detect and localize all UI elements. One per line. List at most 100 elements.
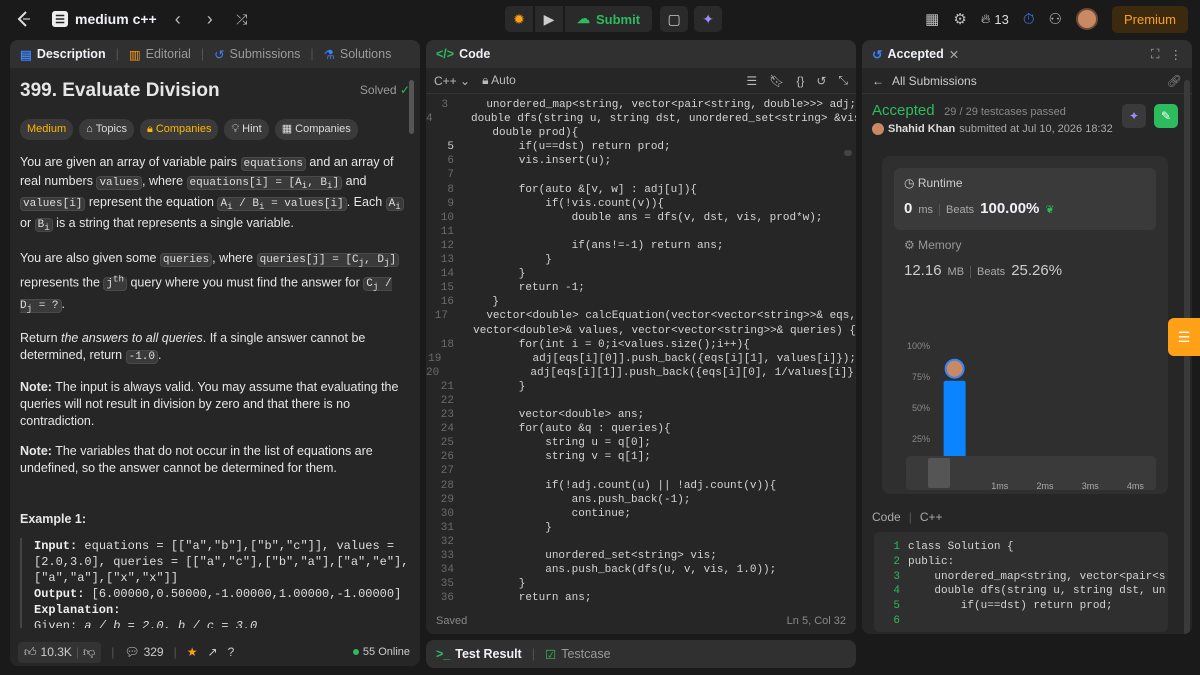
tab-description[interactable]: ▤ Description (20, 47, 106, 62)
code-line[interactable]: 12 if(ans!=-1) return ans; (426, 239, 856, 253)
code-line[interactable]: 29 ans.push_back(-1); (426, 493, 856, 507)
code-line[interactable]: 19 adj[eqs[i][0]].push_back({eqs[i][1], … (426, 352, 856, 366)
topics-chip[interactable]: ⌂ Topics (79, 119, 134, 140)
code-line[interactable]: 16 } (426, 295, 856, 309)
code-line[interactable]: 22 (426, 394, 856, 408)
edit-icon[interactable]: ✎ (1154, 104, 1178, 128)
all-submissions-link[interactable]: All Submissions (892, 74, 977, 88)
code-scrollbar[interactable] (844, 150, 852, 156)
companies-chip[interactable]: 🔒︎ Companies (139, 119, 219, 140)
flask-icon: ⚗ (323, 47, 335, 62)
user-avatar[interactable] (1075, 8, 1098, 30)
reset-icon[interactable]: ↺ (816, 74, 826, 88)
premium-button[interactable]: Premium (1111, 5, 1188, 33)
runtime-distribution-chart[interactable]: 0%25%50%75%100%1ms2ms3ms4ms1ms2ms3ms4ms (882, 156, 1168, 494)
code-line[interactable]: 20 adj[eqs[i][1]].push_back({eqs[i][0], … (426, 366, 856, 380)
run-icon[interactable]: ▶ (535, 6, 563, 32)
description-scrollbar[interactable] (409, 80, 414, 134)
braces-icon[interactable]: {} (796, 74, 804, 88)
code-line[interactable]: 7 (426, 168, 856, 182)
more-vertical-icon[interactable]: ⋮ (1170, 47, 1183, 62)
code-line[interactable]: 21 } (426, 380, 856, 394)
timer-icon[interactable]: ⏱ (1023, 11, 1035, 28)
code-line[interactable]: 24 for(auto &q : queries){ (426, 422, 856, 436)
ai-sparkle-icon[interactable]: ✦ (1122, 104, 1146, 128)
link-icon[interactable]: 🔗︎ (1167, 74, 1182, 88)
code-line[interactable]: 28 if(!adj.count(u) || !adj.count(v)){ (426, 479, 856, 493)
code-line[interactable]: 3 unordered_map<string, vector<pair<stri… (426, 98, 856, 112)
ai-sparkle-icon[interactable]: ✦ (694, 6, 723, 32)
code-line[interactable]: 34 ans.push_back(dfs(u, v, vis, 1.0)); (426, 563, 856, 577)
code-line[interactable]: 33 unordered_set<string> vis; (426, 549, 856, 563)
code-line[interactable]: 18 for(int i = 0;i<values.size();i++){ (426, 338, 856, 352)
code-line[interactable]: 13 } (426, 253, 856, 267)
user-name[interactable]: Shahid Khan (888, 123, 955, 135)
tab-submissions[interactable]: ↺ Submissions (214, 47, 300, 62)
code-line[interactable]: 32 (426, 535, 856, 549)
streak-counter[interactable]: 🔥︎ 13 (981, 11, 1009, 27)
prev-problem-icon[interactable]: ‹ (167, 9, 189, 30)
layout-grid-icon[interactable]: ▦ (925, 10, 939, 28)
problem-list-button[interactable]: ☰ medium c++ (52, 11, 157, 27)
bookmark-icon[interactable]: 🔖︎ (769, 74, 784, 88)
code-line[interactable]: 6 vis.insert(u); (426, 154, 856, 168)
code-line[interactable]: 35 } (426, 577, 856, 591)
code-line[interactable]: 31 } (426, 521, 856, 535)
code-line[interactable]: 4 double dfs(string u, string dst, unord… (426, 112, 856, 126)
code-line[interactable]: 11 (426, 225, 856, 239)
code-line[interactable]: 15 return -1; (426, 281, 856, 295)
language-value: C++ (434, 73, 457, 88)
submitted-code-preview[interactable]: 1 class Solution {2 public: 3 unordered_map… (874, 532, 1168, 632)
code-line[interactable]: 23 vector<double> ans; (426, 408, 856, 422)
tab-editorial[interactable]: ▥ Editorial (129, 47, 191, 62)
tab-code[interactable]: </> Code (436, 47, 490, 61)
accepted-scrollbar[interactable] (1184, 80, 1190, 634)
code-line[interactable]: double prod){ (426, 126, 856, 140)
code-line[interactable]: 8 for(auto &[v, w] : adj[u]){ (426, 183, 856, 197)
code-line[interactable]: 5 if(u==dst) return prod; (426, 140, 856, 154)
code-line[interactable]: 36 return ans; (426, 591, 856, 602)
tab-solutions[interactable]: ⚗ Solutions (324, 47, 392, 62)
code-line[interactable]: 10 double ans = dfs(v, dst, vis, prod*w)… (426, 211, 856, 225)
debug-icon[interactable]: ✹ (505, 6, 533, 32)
leetcode-logo-icon[interactable] (14, 9, 34, 29)
hint-chip[interactable]: 💡︎ Hint (224, 119, 269, 140)
add-friend-icon[interactable]: ⚇ (1049, 10, 1062, 28)
problem-title[interactable]: 399. Evaluate Division (20, 81, 220, 100)
accepted-panel: ↺ Accepted ✕ ⛶ ⋮ ← All Submissions 🔗︎ Acce… (862, 40, 1192, 634)
maximize-icon[interactable]: ⛶ (1151, 47, 1160, 62)
companies-ext-chip[interactable]: ▦ Companies (274, 119, 358, 140)
code-line[interactable]: 26 string v = q[1]; (426, 450, 856, 464)
code-line[interactable]: vector<double>& values, vector<vector<st… (426, 324, 856, 338)
auto-mode[interactable]: 🔒︎ Auto (482, 73, 516, 88)
notes-icon[interactable]: ▢ (660, 6, 689, 32)
solved-badge: Solved ✓ (360, 82, 410, 99)
tab-testcase[interactable]: ☑ Testcase (545, 647, 611, 662)
share-icon[interactable]: ↗ (208, 645, 218, 659)
code-line[interactable]: 14 } (426, 267, 856, 281)
code-line[interactable]: 30 continue; (426, 507, 856, 521)
code-line[interactable]: 17 vector<double> calcEquation(vector<ve… (426, 309, 856, 323)
next-problem-icon[interactable]: › (199, 9, 221, 30)
close-icon[interactable]: ✕ (949, 47, 959, 62)
feedback-tab-icon[interactable]: ☰ (1168, 318, 1200, 356)
comments-button[interactable]: 💬︎ 329 (124, 645, 163, 659)
format-icon[interactable]: ☰ (746, 74, 757, 88)
code-line[interactable]: 27 (426, 464, 856, 478)
like-button[interactable]: 👍︎ 10.3K | 👎︎ (18, 641, 102, 663)
expand-icon[interactable]: ⤡ (838, 73, 848, 88)
tab-test-result[interactable]: >_ Test Result (436, 647, 522, 661)
code-line[interactable]: 25 string u = q[0]; (426, 436, 856, 450)
code-line[interactable]: 9 if(!vis.count(v)){ (426, 197, 856, 211)
help-icon[interactable]: ? (228, 645, 235, 659)
code-editor[interactable]: 3 unordered_map<string, vector<pair<stri… (426, 94, 856, 602)
submit-button[interactable]: ☁ Submit (565, 6, 653, 32)
thumbs-down-icon[interactable]: 👎︎ (83, 645, 95, 660)
tab-accepted[interactable]: ↺ Accepted ✕ (872, 47, 959, 62)
gear-icon[interactable]: ⚙ (953, 10, 966, 28)
star-icon[interactable]: ★ (187, 645, 198, 659)
language-select[interactable]: C++ ⌄ (434, 74, 470, 88)
back-arrow-icon[interactable]: ← (872, 74, 884, 88)
shuffle-icon[interactable]: ⤮ (231, 11, 253, 28)
line-text: for(int i = 0;i<values.size();i++){ (466, 338, 750, 351)
